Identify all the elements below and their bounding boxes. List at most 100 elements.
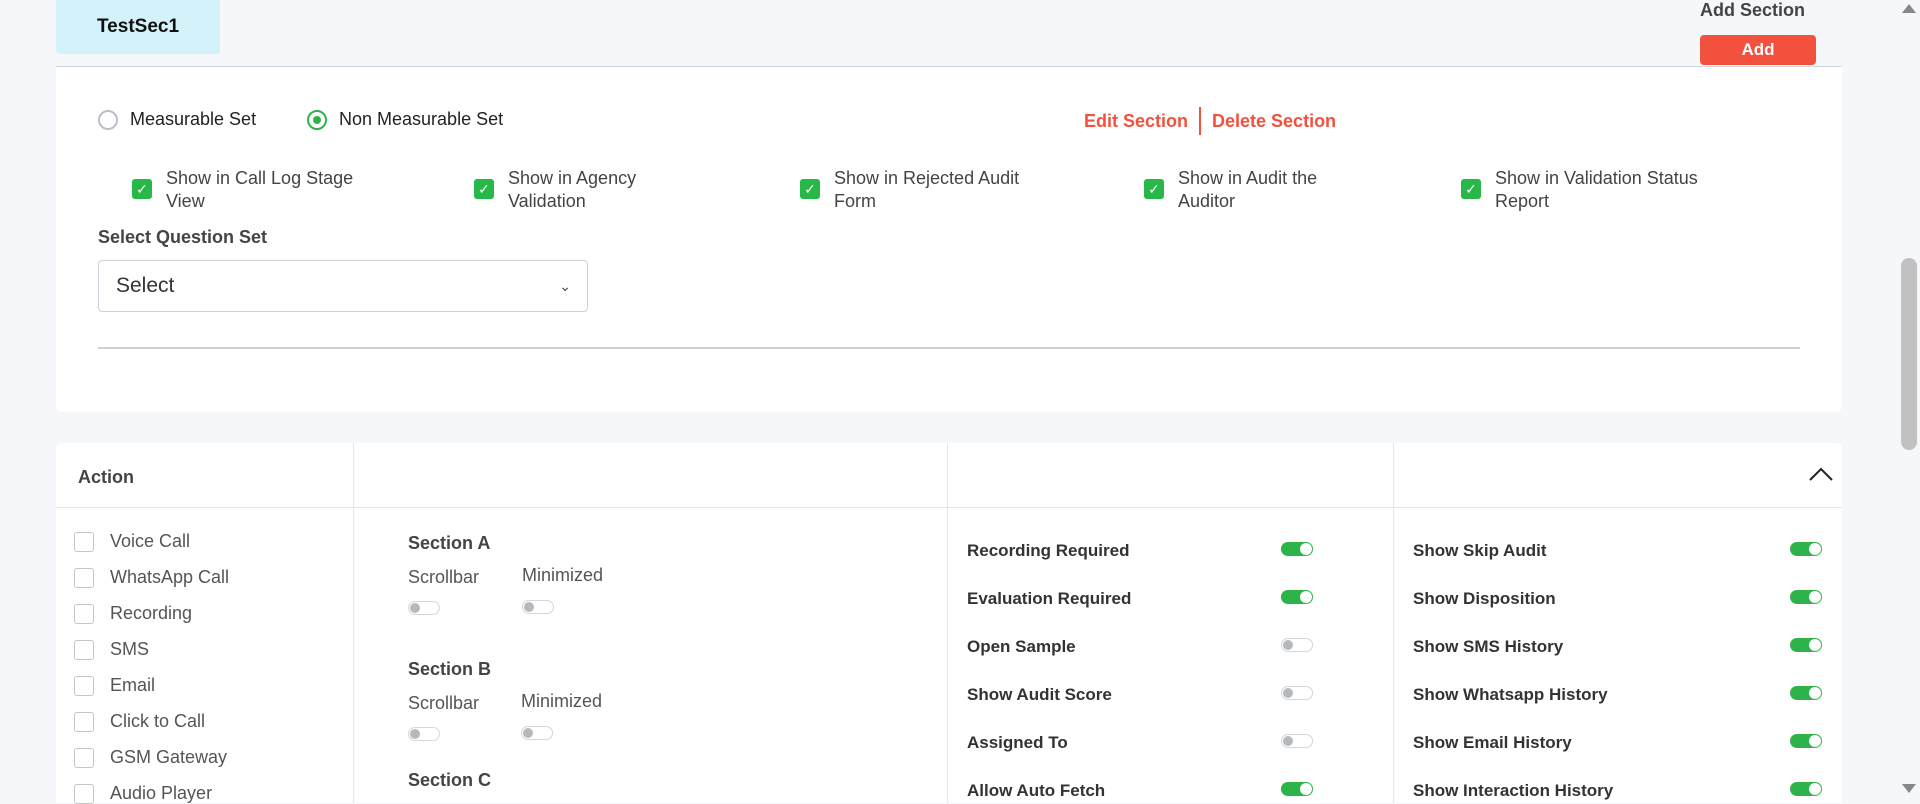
action-label: Recording bbox=[110, 603, 193, 623]
show-interaction-history-toggle[interactable] bbox=[1790, 782, 1822, 796]
section-config-card: Measurable Set Non Measurable Set Edit S… bbox=[56, 67, 1842, 412]
setting-label: Show Email History bbox=[1413, 733, 1572, 752]
section-b-scrollbar-toggle[interactable] bbox=[408, 727, 440, 741]
section-a-title: Section A bbox=[408, 533, 491, 553]
action-header: Action bbox=[78, 467, 134, 487]
action-sms[interactable]: SMS bbox=[74, 639, 149, 660]
checkbox[interactable] bbox=[74, 639, 94, 660]
checkbox-label: Show in Validation Status Report bbox=[1495, 168, 1698, 211]
setting-label: Show SMS History bbox=[1413, 637, 1564, 656]
question-set-select[interactable]: Select ⌄ bbox=[98, 260, 588, 312]
section-a-scrollbar-toggle[interactable] bbox=[408, 601, 440, 615]
chevron-down-icon: ⌄ bbox=[559, 277, 571, 294]
checkbox[interactable] bbox=[74, 783, 94, 804]
section-b-title: Section B bbox=[408, 659, 492, 679]
show-in-agency-validation[interactable]: ✓ Show in Agency Validation bbox=[474, 167, 636, 213]
checkbox[interactable] bbox=[74, 711, 94, 732]
show-sms-history-toggle[interactable] bbox=[1790, 638, 1822, 652]
action-audio-player[interactable]: Audio Player bbox=[74, 783, 212, 804]
action-settings-card: Action Voice Call WhatsApp Call Recordin… bbox=[56, 443, 1842, 804]
check-icon[interactable]: ✓ bbox=[800, 179, 820, 199]
setting-label: Allow Auto Fetch bbox=[967, 781, 1106, 800]
column-divider bbox=[1393, 443, 1394, 803]
open-sample-toggle[interactable] bbox=[1281, 638, 1313, 652]
setting-label: Assigned To bbox=[967, 733, 1068, 752]
section-b-minimized-toggle[interactable] bbox=[521, 726, 553, 740]
setting-label: Evaluation Required bbox=[967, 589, 1132, 608]
section-actions: Edit Section Delete Section bbox=[1084, 107, 1336, 135]
check-icon[interactable]: ✓ bbox=[474, 179, 494, 199]
action-label: SMS bbox=[110, 639, 150, 659]
section-tab-label: TestSec1 bbox=[96, 16, 180, 37]
setting-label: Open Sample bbox=[967, 637, 1076, 656]
radio-measurable-set[interactable]: Measurable Set bbox=[98, 109, 256, 130]
show-audit-score-toggle[interactable] bbox=[1281, 686, 1313, 700]
add-section-label: Add Section bbox=[1700, 0, 1806, 20]
column-divider bbox=[353, 443, 354, 803]
show-in-rejected-audit-form[interactable]: ✓ Show in Rejected Audit Form bbox=[800, 167, 1019, 213]
action-whatsapp-call[interactable]: WhatsApp Call bbox=[74, 567, 229, 588]
action-gsm-gateway[interactable]: GSM Gateway bbox=[74, 747, 227, 768]
check-icon[interactable]: ✓ bbox=[1461, 179, 1481, 199]
scrollbar-label: Scrollbar bbox=[408, 693, 480, 713]
radio-non-measurable-set[interactable]: Non Measurable Set bbox=[307, 109, 503, 130]
checkbox-label: Show in Call Log Stage View bbox=[166, 168, 354, 211]
checkbox[interactable] bbox=[74, 675, 94, 696]
section-tab[interactable]: TestSec1 bbox=[56, 0, 220, 54]
radio-label: Measurable Set bbox=[130, 109, 257, 129]
chevron-up-icon[interactable] bbox=[1808, 465, 1834, 483]
setting-label: Show Skip Audit bbox=[1413, 541, 1547, 560]
action-label: WhatsApp Call bbox=[110, 567, 230, 587]
action-label: Email bbox=[110, 675, 156, 695]
setting-label: Show Disposition bbox=[1413, 589, 1556, 608]
checkbox-label: Show in Audit the Auditor bbox=[1178, 168, 1318, 211]
action-label: Voice Call bbox=[110, 531, 191, 551]
checkbox[interactable] bbox=[74, 603, 94, 624]
radio-button[interactable] bbox=[98, 109, 118, 130]
separator bbox=[1199, 107, 1202, 135]
show-in-call-log-stage-view[interactable]: ✓ Show in Call Log Stage View bbox=[132, 167, 353, 213]
action-voice-call[interactable]: Voice Call bbox=[74, 531, 190, 552]
recording-required-toggle[interactable] bbox=[1281, 542, 1313, 556]
scrollbar-label: Scrollbar bbox=[408, 567, 480, 587]
scrollbar-thumb[interactable] bbox=[1901, 258, 1917, 450]
action-recording[interactable]: Recording bbox=[74, 603, 192, 624]
edit-section-link[interactable]: Edit Section bbox=[1084, 111, 1188, 132]
checkbox-label: Show in Rejected Audit Form bbox=[834, 168, 1020, 211]
question-set-label: Select Question Set bbox=[98, 227, 268, 247]
setting-label: Recording Required bbox=[967, 541, 1130, 560]
action-label: Audio Player bbox=[110, 783, 213, 803]
checkbox[interactable] bbox=[74, 567, 94, 588]
add-section-button[interactable]: Add bbox=[1700, 35, 1816, 65]
show-whatsapp-history-toggle[interactable] bbox=[1790, 686, 1822, 700]
show-in-validation-status-report[interactable]: ✓ Show in Validation Status Report bbox=[1461, 167, 1698, 213]
checkbox[interactable] bbox=[74, 531, 94, 552]
radio-label: Non Measurable Set bbox=[339, 109, 504, 129]
radio-button[interactable] bbox=[307, 109, 327, 130]
evaluation-required-toggle[interactable] bbox=[1281, 590, 1313, 604]
delete-section-link[interactable]: Delete Section bbox=[1212, 111, 1336, 132]
select-value: Select bbox=[116, 274, 175, 297]
show-in-audit-the-auditor[interactable]: ✓ Show in Audit the Auditor bbox=[1144, 167, 1317, 213]
scroll-down-arrow[interactable] bbox=[1902, 784, 1916, 793]
setting-label: Show Interaction History bbox=[1413, 781, 1614, 800]
show-disposition-toggle[interactable] bbox=[1790, 590, 1822, 604]
check-icon[interactable]: ✓ bbox=[1144, 179, 1164, 199]
action-email[interactable]: Email bbox=[74, 675, 155, 696]
show-email-history-toggle[interactable] bbox=[1790, 734, 1822, 748]
allow-auto-fetch-toggle[interactable] bbox=[1281, 782, 1313, 796]
check-icon[interactable]: ✓ bbox=[132, 179, 152, 199]
section-a-minimized-toggle[interactable] bbox=[522, 600, 554, 614]
action-click-to-call[interactable]: Click to Call bbox=[74, 711, 205, 732]
minimized-label: Minimized bbox=[522, 565, 604, 585]
scroll-up-arrow[interactable] bbox=[1902, 4, 1916, 13]
checkbox[interactable] bbox=[74, 747, 94, 768]
show-skip-audit-toggle[interactable] bbox=[1790, 542, 1822, 556]
setting-label: Show Whatsapp History bbox=[1413, 685, 1608, 704]
assigned-to-toggle[interactable] bbox=[1281, 734, 1313, 748]
minimized-label: Minimized bbox=[521, 691, 603, 711]
column-divider bbox=[947, 443, 948, 803]
divider bbox=[98, 347, 1800, 349]
header-divider bbox=[56, 507, 1842, 508]
action-label: Click to Call bbox=[110, 711, 206, 731]
